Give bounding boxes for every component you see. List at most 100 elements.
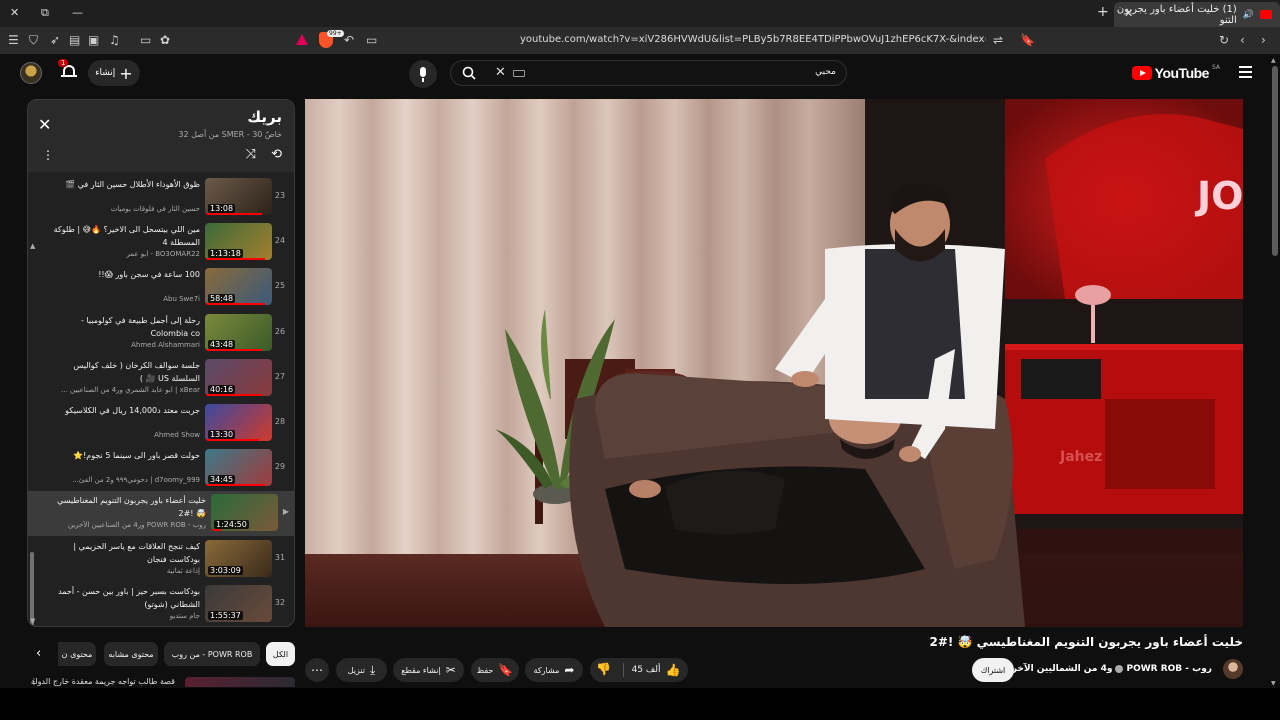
playlist-item[interactable]: 27 40:16 جلسة سوالف الكرخان ( خلف كواليس ا… (34, 356, 288, 401)
browser-tab-active[interactable]: ✕ 🔊 (1) خليت أعضاء باور يجربون التنو (1114, 2, 1280, 27)
bell-base (61, 75, 77, 77)
playlist-item[interactable]: 23 13:08 ظوق الأهوداء الأطلال حسين الثار ف… (34, 175, 288, 220)
split-view-icon[interactable]: ▣ (88, 33, 99, 47)
account-avatar[interactable] (20, 62, 42, 84)
playlist-title[interactable]: بريك (247, 108, 282, 126)
playlist-item-channel: جام ستديو (169, 611, 200, 620)
save-button[interactable]: حفظ 🔖 (471, 658, 519, 682)
search-input[interactable]: ✕ محبي (450, 60, 847, 86)
channel-owner[interactable]: روب - POWR ROB (1126, 664, 1212, 674)
page-scroll-up-icon[interactable]: ▲ (1271, 57, 1276, 64)
music-icon[interactable]: ♫ (109, 33, 120, 47)
playlist-item-index: 32 (274, 597, 286, 607)
playlist-item[interactable]: 28 13:30 جربت معتد د14,000 ريال في الكلاسي… (34, 401, 288, 446)
loop-icon[interactable]: ⟲ (271, 147, 282, 162)
playlist-item[interactable]: 26 43:48 رحلة إلى أجمل طبيعة في كولومبيا -… (34, 311, 288, 356)
next-video-thumbnail (185, 677, 295, 687)
create-label: إنشاء (95, 68, 116, 78)
playlist-items: ▲ ▼ 23 13:08 ظوق الأهوداء الأطلال حسين الث… (28, 172, 294, 626)
notes-icon[interactable]: ▤ (69, 33, 80, 47)
clear-search-icon[interactable]: ✕ (495, 65, 506, 80)
playlist-item-thumbnail[interactable]: 13:08 (205, 178, 272, 215)
new-tab-icon[interactable]: + (1097, 4, 1109, 20)
shuffle-icon[interactable]: ⤨ (246, 147, 256, 162)
window-minimize-icon[interactable]: — (72, 6, 83, 19)
clip-button[interactable]: إنشاء مقطع ✂ (393, 658, 464, 682)
playlist-item-title: ظوق الأهوداء الأطلال حسين الثار في 🎬 (65, 180, 200, 189)
playlist-item-thumbnail[interactable]: 40:16 (205, 358, 272, 396)
extensions-icon[interactable]: ✿ (160, 33, 170, 47)
playlist-item-channel: BO3OMAR22 - ابو عمر (126, 250, 200, 259)
dislike-icon[interactable]: 👎 (596, 662, 611, 676)
next-video-row[interactable]: ⋮ قصة طالب تواجه جريمة معقدة خارج الدولة… (30, 677, 295, 687)
subscribe-button[interactable]: اشتراك (972, 658, 1014, 682)
playlist-item-thumbnail[interactable]: 1:24:50 (211, 494, 278, 532)
more-actions-icon[interactable]: ⋯ (305, 658, 329, 682)
duration-badge: 1:13:18 (208, 249, 243, 259)
channel-name[interactable]: روب - POWR ROB و4 من الشماليين الآخرين (1000, 664, 1212, 674)
playlist-item-thumbnail[interactable]: 13:30 (205, 404, 272, 441)
voice-search-icon[interactable] (409, 60, 437, 88)
playlist-item[interactable]: 29 34:45 حولت قصر باور الى سينما 5 نجوم!⭐ d… (34, 446, 288, 491)
video-player[interactable]: JO Jahez (305, 99, 1243, 627)
chip-from-channel[interactable]: من روب - POWR ROB (164, 642, 260, 666)
scissors-icon: ✂ (445, 663, 456, 677)
playlist-header: بريك خاصّ SMER - 30 من أصل 32 ✕ ⋮ ⤨ ⟲ (28, 100, 294, 172)
chip-next-icon[interactable]: ‹ (36, 646, 41, 661)
channel-collaborators[interactable]: و4 من الشماليين الآخرين (1000, 664, 1112, 674)
page-scroll-down-icon[interactable]: ▼ (1271, 680, 1276, 687)
address-url[interactable]: youtube.com/watch?v=xiV286HVWdU&list=PLB… (520, 34, 986, 45)
playlist-item-channel: Abu Swe7i (163, 295, 200, 304)
back-icon[interactable]: › (1261, 33, 1266, 47)
page-scrollbar[interactable] (1272, 66, 1278, 256)
forward-icon[interactable]: ‹ (1240, 33, 1245, 47)
watch-progress-bar (205, 258, 266, 261)
channel-avatar[interactable] (1223, 659, 1243, 679)
history-back-icon[interactable]: ↶ (344, 33, 354, 47)
playlist-item[interactable]: 31 3:03:09 كيف تنجح العلاقات مع ياسر الحزي… (34, 537, 288, 582)
bookmark-icon[interactable]: 🔖 (1020, 33, 1035, 47)
window-maximize-icon[interactable]: ⧉ (41, 6, 49, 20)
create-button[interactable]: إنشاء + (88, 60, 140, 86)
playlist-item-thumbnail[interactable]: 1:55:37 (205, 584, 272, 622)
playlist-subtitle: خاصّ SMER - 30 من أصل 32 (178, 130, 282, 139)
guide-menu-icon[interactable] (1239, 66, 1252, 81)
playlist-item[interactable]: 25 58:48 100 ساعة في سجن باور 😱!! Abu Swe7i (34, 265, 288, 310)
aria-ai-icon[interactable] (296, 34, 308, 45)
keyboard-icon[interactable] (513, 70, 525, 77)
reload-icon[interactable]: ↻ (1219, 33, 1229, 47)
close-playlist-icon[interactable]: ✕ (38, 115, 51, 134)
playlist-item-thumbnail[interactable]: 1:13:18 (205, 223, 272, 261)
site-settings-icon[interactable]: ⇌ (993, 33, 1003, 47)
playlist-item-thumbnail[interactable]: 34:45 (205, 449, 272, 487)
playlist-item-thumbnail[interactable]: 58:48 (205, 268, 272, 306)
window-icon[interactable]: ▭ (140, 33, 151, 47)
playlist-item[interactable]: 32 1:55:37 بودكاست بسبر حيز | باور بين حسن… (34, 582, 288, 626)
download-button[interactable]: تنزيل ⤓ (336, 658, 387, 682)
playlist-item-title: بودكاست بسبر حيز | باور بين حسن - أحمد ا… (58, 586, 200, 609)
search-icon[interactable] (462, 66, 476, 80)
tab-close-icon[interactable]: ✕ (1124, 7, 1133, 20)
duration-badge: 34:45 (208, 475, 236, 485)
share-button[interactable]: مشاركة ➦ (525, 658, 583, 682)
window-close-icon[interactable]: ✕ (10, 6, 19, 19)
duration-badge: 1:55:37 (208, 610, 243, 620)
playlist-item-thumbnail[interactable]: 3:03:09 (205, 539, 272, 577)
duration-badge: 13:08 (208, 204, 236, 213)
playlist-item-thumbnail[interactable]: 43:48 (205, 313, 272, 351)
playlist-item[interactable]: 24 1:13:18 مين اللي بيتسحل الى الاخير؟ 🔥😅 … (34, 220, 288, 265)
like-button[interactable]: 45 ألف 👍 (624, 658, 688, 682)
cast-icon[interactable]: ▭ (366, 33, 377, 47)
more-vert-icon[interactable]: ⋮ (42, 148, 54, 162)
notifications-bell-icon[interactable]: 1 (58, 59, 77, 79)
playlist-item-current[interactable]: ▶ 1:24:50 خليت أعضاء باور يجربون التنويم ا… (28, 491, 294, 537)
sidebar-menu-icon[interactable]: ☰ (8, 33, 19, 47)
shield-icon[interactable]: ⛉ (29, 33, 38, 48)
chip-all[interactable]: الكل (266, 642, 295, 666)
chip-similar[interactable]: محتوى مشابه (104, 642, 158, 666)
send-icon[interactable]: ➶ (50, 33, 60, 47)
chip-content-partial[interactable]: محتوى ن (58, 642, 96, 666)
playlist-item-title: حولت قصر باور الى سينما 5 نجوم!⭐ (73, 451, 200, 461)
youtube-logo[interactable]: YouTube SA (1131, 64, 1220, 81)
jahez-print: Jahez (1059, 449, 1102, 465)
